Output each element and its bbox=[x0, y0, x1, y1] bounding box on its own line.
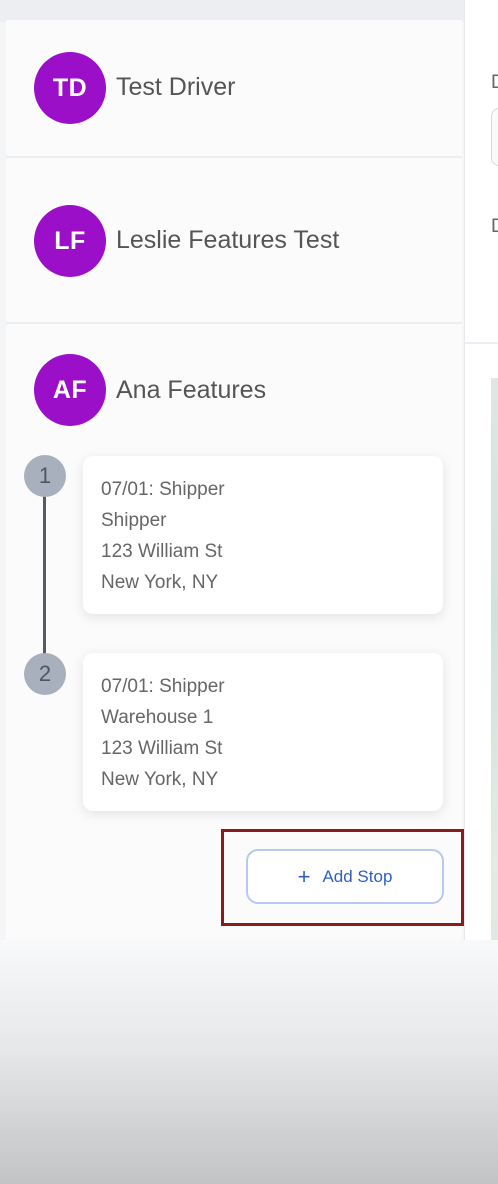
avatar: AF bbox=[34, 354, 106, 426]
driver-row-test-driver[interactable]: TD Test Driver bbox=[6, 20, 462, 158]
stop-location: Shipper bbox=[101, 510, 167, 531]
driver-name: Test Driver bbox=[116, 73, 236, 101]
top-strip bbox=[0, 0, 498, 22]
stop-timeline-line bbox=[43, 476, 46, 674]
stop-date-type: 07/01: Shipper bbox=[101, 479, 225, 500]
driver-row-leslie-features-test[interactable]: LF Leslie Features Test bbox=[6, 158, 462, 324]
right-input-fragment[interactable] bbox=[491, 108, 498, 166]
stop-date-type: 07/01: Shipper bbox=[101, 676, 225, 697]
add-stop-button[interactable]: + Add Stop bbox=[246, 849, 444, 904]
dispatch-screen: TD Test Driver LF Leslie Features Test A… bbox=[0, 0, 498, 1184]
right-label-fragment: D bbox=[491, 216, 498, 237]
stop-location: Warehouse 1 bbox=[101, 707, 214, 728]
divider bbox=[465, 342, 498, 344]
driver-name: Ana Features bbox=[116, 376, 267, 404]
plus-icon: + bbox=[297, 863, 311, 889]
avatar: LF bbox=[34, 205, 106, 277]
bottom-background bbox=[0, 940, 498, 1184]
stop-number-badge: 1 bbox=[24, 455, 66, 497]
stop-city: New York, NY bbox=[101, 572, 219, 593]
stop-card-1[interactable]: 07/01: Shipper Shipper 123 William St Ne… bbox=[83, 456, 443, 614]
stop-address: 123 William St bbox=[101, 738, 223, 759]
stop-number-badge: 2 bbox=[24, 653, 66, 695]
right-label-fragment: D bbox=[491, 72, 498, 93]
driver-name: Leslie Features Test bbox=[116, 226, 340, 254]
stop-address: 123 William St bbox=[101, 541, 223, 562]
stop-city: New York, NY bbox=[101, 769, 219, 790]
avatar: TD bbox=[34, 52, 106, 124]
stop-card-2[interactable]: 07/01: Shipper Warehouse 1 123 William S… bbox=[83, 653, 443, 811]
add-stop-label: Add Stop bbox=[322, 866, 393, 886]
